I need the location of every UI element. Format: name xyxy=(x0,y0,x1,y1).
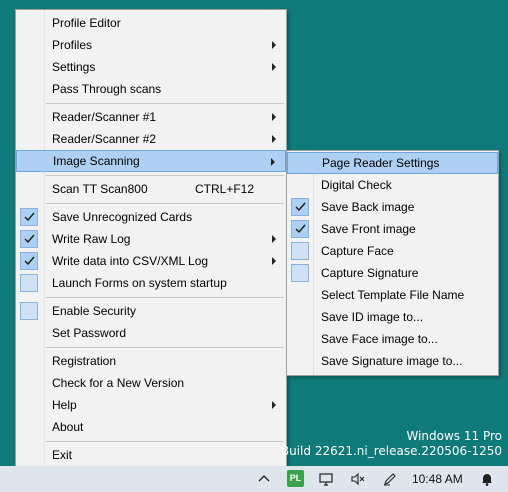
menu-item-exit[interactable]: Exit xyxy=(16,444,286,466)
checkmark-icon xyxy=(291,220,309,238)
menu-item-reader-scanner-2[interactable]: Reader/Scanner #2 xyxy=(16,128,286,150)
menu-item-label: Save Signature image to... xyxy=(321,354,463,368)
menu-item-label: Settings xyxy=(52,60,96,74)
menu-item-label: Launch Forms on system startup xyxy=(52,276,227,290)
menu-item-save-unrecognized-cards[interactable]: Save Unrecognized Cards xyxy=(16,206,286,228)
submenu-arrow-icon xyxy=(271,158,275,166)
menu-item-set-password[interactable]: Set Password xyxy=(16,322,286,344)
unchecked-box-icon xyxy=(20,302,38,320)
context-menu: Profile Editor Profiles Settings Pass Th… xyxy=(15,9,287,470)
submenu-arrow-icon xyxy=(272,41,276,49)
menu-item-page-reader-settings[interactable]: Page Reader Settings xyxy=(287,152,498,174)
menu-item-launch-forms-on-startup[interactable]: Launch Forms on system startup xyxy=(16,272,286,294)
menu-item-save-signature-image-to[interactable]: Save Signature image to... xyxy=(287,350,498,372)
menu-separator xyxy=(46,441,284,442)
menu-item-profile-editor[interactable]: Profile Editor xyxy=(16,12,286,34)
menu-item-label: Capture Signature xyxy=(321,266,419,280)
windows-build-watermark: Build 22621.ni_release.220506-1250 xyxy=(280,444,502,458)
chevron-up-icon[interactable] xyxy=(256,471,272,487)
menu-item-label: Capture Face xyxy=(321,244,394,258)
menu-item-settings[interactable]: Settings xyxy=(16,56,286,78)
submenu-arrow-icon xyxy=(272,235,276,243)
windows-edition-watermark: Windows 11 Pro xyxy=(406,429,502,443)
menu-separator xyxy=(46,103,284,104)
menu-item-label: Save Unrecognized Cards xyxy=(52,210,193,224)
app-tray-icon[interactable]: PL xyxy=(287,470,304,487)
menu-item-label: Help xyxy=(52,398,77,412)
menu-item-label: Exit xyxy=(52,448,73,462)
checkmark-icon xyxy=(20,252,38,270)
menu-item-image-scanning[interactable]: Image Scanning xyxy=(16,150,286,172)
menu-item-scan-tt-scan800[interactable]: Scan TT Scan800 CTRL+F12 xyxy=(16,178,286,200)
taskbar: PL 10:48 AM xyxy=(0,466,508,492)
menu-item-label: Pass Through scans xyxy=(52,82,162,96)
unchecked-box-icon xyxy=(291,264,309,282)
menu-item-registration[interactable]: Registration xyxy=(16,350,286,372)
menu-item-label: Registration xyxy=(52,354,117,368)
monitor-icon[interactable] xyxy=(318,471,334,487)
submenu-arrow-icon xyxy=(272,63,276,71)
menu-item-enable-security[interactable]: Enable Security xyxy=(16,300,286,322)
menu-item-label: Image Scanning xyxy=(53,154,140,168)
menu-item-label: Digital Check xyxy=(321,178,392,192)
menu-item-label: Reader/Scanner #1 xyxy=(52,110,157,124)
menu-item-label: Enable Security xyxy=(52,304,137,318)
submenu-arrow-icon xyxy=(272,401,276,409)
menu-item-profiles[interactable]: Profiles xyxy=(16,34,286,56)
menu-item-check-new-version[interactable]: Check for a New Version xyxy=(16,372,286,394)
menu-item-save-id-image-to[interactable]: Save ID image to... xyxy=(287,306,498,328)
pen-icon[interactable] xyxy=(382,471,398,487)
image-scanning-submenu: Page Reader Settings Digital Check Save … xyxy=(286,150,499,376)
menu-item-write-raw-log[interactable]: Write Raw Log xyxy=(16,228,286,250)
menu-item-select-template-file-name[interactable]: Select Template File Name xyxy=(287,284,498,306)
menu-separator xyxy=(46,203,284,204)
menu-item-label: Save Face image to... xyxy=(321,332,438,346)
menu-item-pass-through-scans[interactable]: Pass Through scans xyxy=(16,78,286,100)
menu-item-digital-check[interactable]: Digital Check xyxy=(287,174,498,196)
menu-item-label: Save Back image xyxy=(321,200,415,214)
notification-bell-icon[interactable] xyxy=(479,471,495,487)
menu-item-about[interactable]: About xyxy=(16,416,286,438)
menu-item-label: Write data into CSV/XML Log xyxy=(52,254,209,268)
menu-item-label: Save Front image xyxy=(321,222,416,236)
menu-item-label: Profile Editor xyxy=(52,16,121,30)
menu-item-label: Page Reader Settings xyxy=(322,156,440,170)
unchecked-box-icon xyxy=(20,274,38,292)
menu-item-reader-scanner-1[interactable]: Reader/Scanner #1 xyxy=(16,106,286,128)
menu-separator xyxy=(46,297,284,298)
unchecked-box-icon xyxy=(291,242,309,260)
checkmark-icon xyxy=(20,230,38,248)
menu-item-label: Check for a New Version xyxy=(52,376,185,390)
menu-item-label: Reader/Scanner #2 xyxy=(52,132,157,146)
menu-item-capture-signature[interactable]: Capture Signature xyxy=(287,262,498,284)
submenu-arrow-icon xyxy=(272,257,276,265)
menu-item-label: Set Password xyxy=(52,326,127,340)
menu-separator xyxy=(46,347,284,348)
menu-separator xyxy=(46,175,284,176)
menu-item-label: Profiles xyxy=(52,38,93,52)
speaker-muted-icon[interactable] xyxy=(350,471,366,487)
menu-item-label: Write Raw Log xyxy=(52,232,131,246)
menu-item-save-face-image-to[interactable]: Save Face image to... xyxy=(287,328,498,350)
checkmark-icon xyxy=(20,208,38,226)
taskbar-clock[interactable]: 10:48 AM xyxy=(412,472,463,486)
menu-item-label: Select Template File Name xyxy=(321,288,465,302)
submenu-arrow-icon xyxy=(272,113,276,121)
submenu-arrow-icon xyxy=(272,135,276,143)
menu-item-save-front-image[interactable]: Save Front image xyxy=(287,218,498,240)
menu-item-capture-face[interactable]: Capture Face xyxy=(287,240,498,262)
menu-item-help[interactable]: Help xyxy=(16,394,286,416)
menu-item-write-data-csv-xml-log[interactable]: Write data into CSV/XML Log xyxy=(16,250,286,272)
menu-item-label: Save ID image to... xyxy=(321,310,424,324)
menu-item-label: Scan TT Scan800 xyxy=(52,182,148,196)
menu-item-save-back-image[interactable]: Save Back image xyxy=(287,196,498,218)
checkmark-icon xyxy=(291,198,309,216)
menu-item-shortcut: CTRL+F12 xyxy=(195,182,255,196)
menu-item-label: About xyxy=(52,420,84,434)
